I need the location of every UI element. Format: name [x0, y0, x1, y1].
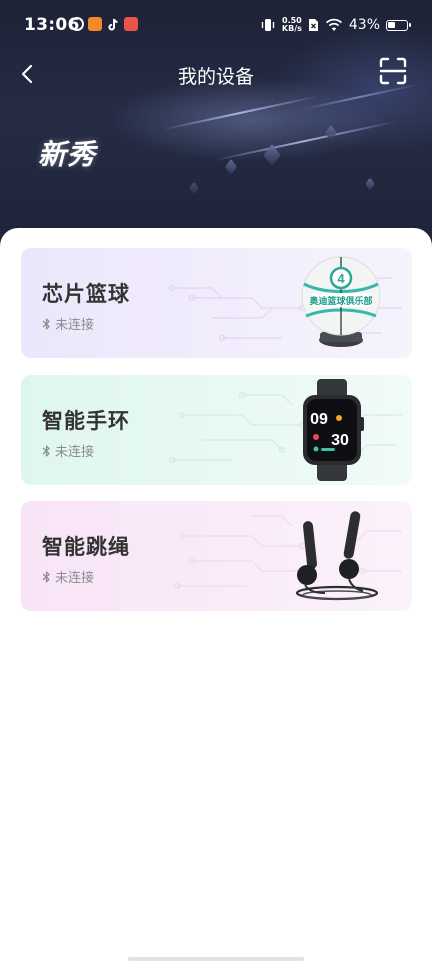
light-streak — [161, 95, 319, 131]
svg-text:4: 4 — [337, 271, 345, 286]
decor-cube — [324, 124, 338, 142]
svg-text:30: 30 — [331, 432, 349, 449]
connection-status: 未连接 — [42, 441, 94, 460]
svg-text:09: 09 — [310, 411, 328, 428]
net-speed: 0.50 KB/s — [281, 16, 302, 33]
app-notification-icon — [124, 17, 138, 31]
status-icons: 0.50 KB/s 43% — [260, 14, 411, 36]
scan-button[interactable] — [378, 56, 408, 86]
wifi-icon — [325, 18, 342, 31]
basketball-image: 4 奥迪篮球俱乐部 — [301, 256, 381, 347]
vibrate-icon — [261, 19, 275, 31]
battery-percent: 43% — [348, 17, 380, 33]
decor-cube — [224, 158, 238, 176]
device-list-sheet: 芯片篮球 未连接 4 奥迪篮球俱乐部 智能手环 未连接 09 30 智能跳绳 未… — [0, 228, 432, 964]
device-card-smartwatch[interactable]: 智能手环 未连接 09 30 — [21, 375, 412, 485]
battery-icon — [386, 19, 411, 31]
sim-no-signal-icon — [308, 19, 318, 31]
device-card-basketball[interactable]: 芯片篮球 未连接 4 奥迪篮球俱乐部 — [21, 248, 412, 358]
decor-cube — [365, 177, 375, 191]
device-name: 智能跳绳 — [42, 535, 130, 559]
connection-status: 未连接 — [42, 314, 94, 333]
battery-level-fill — [388, 21, 396, 28]
device-card-jump-rope[interactable]: 智能跳绳 未连接 — [21, 501, 412, 611]
device-name: 智能手环 — [42, 409, 130, 433]
svg-text:奥迪篮球俱乐部: 奥迪篮球俱乐部 — [308, 295, 372, 307]
home-indicator — [128, 957, 304, 961]
brand-logo-text: 新秀 — [38, 138, 97, 171]
decor-cube — [189, 181, 199, 195]
app-notification-icon — [88, 17, 102, 31]
nav-bar: 我的设备 — [0, 52, 432, 96]
light-streak — [211, 120, 399, 162]
circuit-decoration — [168, 391, 402, 464]
connection-status: 未连接 — [42, 567, 94, 586]
bluetooth-icon — [42, 570, 50, 583]
jump-rope-image — [295, 511, 379, 601]
tiktok-icon — [106, 17, 120, 31]
smartwatch-image: 09 30 — [303, 379, 364, 481]
bluetooth-icon — [42, 317, 50, 330]
device-name: 芯片篮球 — [42, 282, 130, 306]
status-bar: 13:06 0.50 KB/s 43% — [0, 0, 432, 52]
app-notification-icon — [70, 17, 84, 31]
bluetooth-icon — [42, 444, 50, 457]
page-title: 我的设备 — [177, 66, 254, 88]
scan-icon — [379, 57, 407, 85]
